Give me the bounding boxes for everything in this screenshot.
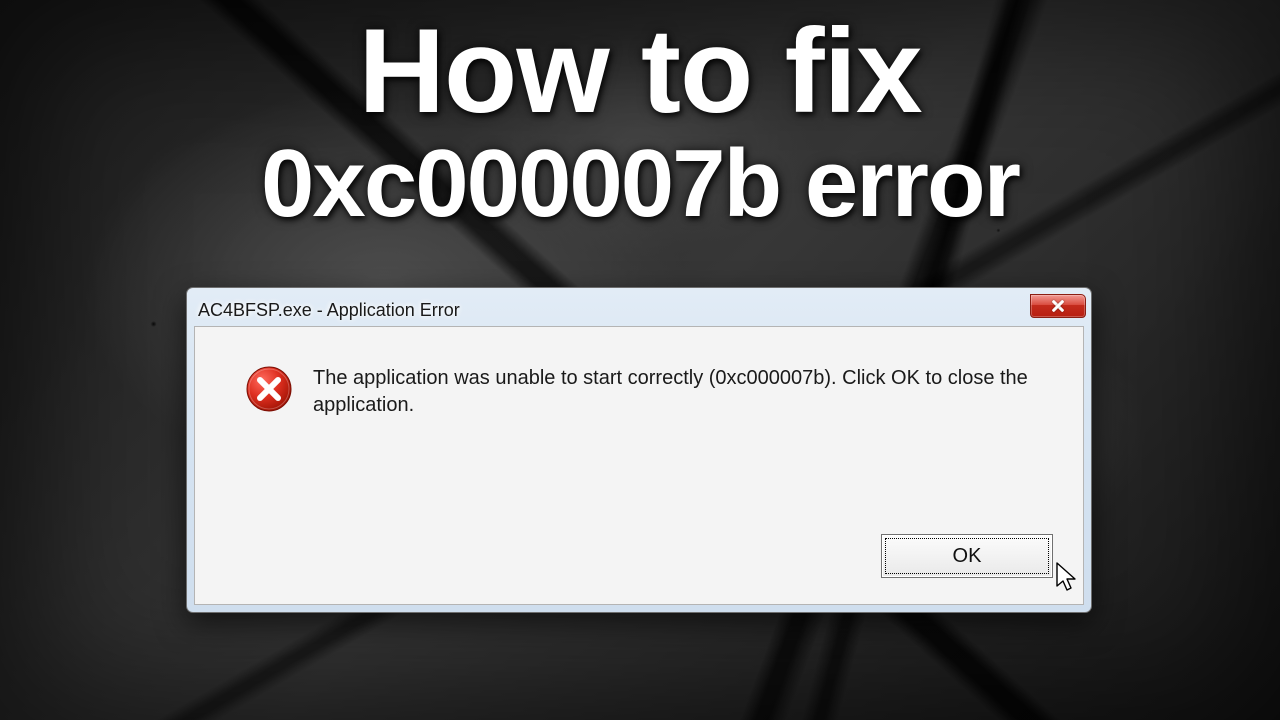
button-row: OK: [881, 534, 1053, 578]
ok-button-label: OK: [953, 545, 982, 568]
close-icon: [1052, 300, 1065, 313]
error-dialog[interactable]: AC4BFSP.exe - Application Error: [186, 287, 1092, 613]
dialog-titlebar[interactable]: AC4BFSP.exe - Application Error: [194, 295, 1084, 325]
error-message: The application was unable to start corr…: [313, 365, 1033, 419]
error-icon: [245, 365, 293, 413]
dialog-title: AC4BFSP.exe - Application Error: [198, 300, 460, 321]
message-row: The application was unable to start corr…: [195, 327, 1083, 419]
dialog-body: The application was unable to start corr…: [194, 326, 1084, 605]
close-button[interactable]: [1030, 294, 1086, 318]
ok-button[interactable]: OK: [881, 534, 1053, 578]
